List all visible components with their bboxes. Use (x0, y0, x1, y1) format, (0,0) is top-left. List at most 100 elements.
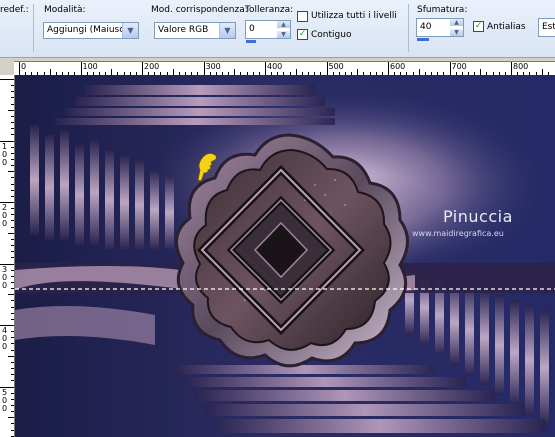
ruler-tick (8, 171, 14, 173)
ruler-tick (11, 115, 14, 117)
ruler-tick (80, 62, 82, 75)
ruler-tick (11, 97, 14, 99)
use-all-layers-checkbox[interactable] (297, 11, 308, 22)
ruler-tick (8, 109, 14, 111)
tolerance-value: 0 (249, 24, 255, 34)
ruler-label: 4 0 0 (2, 326, 8, 351)
feather-stepper[interactable]: 40 ▲ ▼ (416, 18, 464, 37)
canvas-artwork (15, 75, 555, 437)
ruler-tick (11, 392, 14, 394)
ruler-corner (0, 61, 14, 75)
ruler-tick (11, 423, 14, 425)
contiguous-checkbox[interactable]: ✓ (297, 29, 308, 40)
ruler-tick (11, 411, 14, 413)
tolerance-stepper[interactable]: 0 ▲ ▼ (245, 20, 291, 39)
chevron-down-icon[interactable]: ▼ (122, 23, 138, 38)
tool-options-bar: redef.: Modalità: Aggiungi (Maiusc) ▼ Mo… (0, 0, 555, 58)
tolerance-slider[interactable] (246, 40, 256, 43)
ruler-tick (11, 361, 14, 363)
ruler-tick (11, 312, 14, 314)
ruler-tick (19, 62, 20, 75)
ruler-tick (11, 146, 14, 148)
ruler-label: 5 0 0 (2, 387, 8, 413)
match-mode-label: Mod. corrispondenza: (151, 5, 248, 15)
extra-select[interactable]: Est (538, 18, 555, 37)
ruler-label: 100 (82, 62, 98, 71)
ruler-tick (11, 368, 14, 370)
ruler-tick (203, 62, 205, 75)
ruler-label: 0 (21, 62, 27, 71)
spin-up-icon[interactable]: ▲ (450, 19, 463, 26)
ruler-tick (11, 85, 14, 87)
spin-down-icon[interactable]: ▼ (450, 29, 463, 36)
ruler-tick (11, 91, 14, 93)
ruler-tick (11, 331, 14, 333)
match-mode-value: Valore RGB (158, 25, 209, 35)
ruler-label: 300 (205, 62, 221, 71)
watermark-title: Pinuccia (443, 207, 513, 226)
ruler-tick (11, 183, 14, 185)
ruler-tick (11, 128, 14, 130)
ruler-tick (11, 300, 14, 302)
mode-select[interactable]: Aggiungi (Maiusc) ▼ (43, 22, 139, 39)
ruler-tick (388, 62, 389, 75)
feather-label: Sfumatura: (417, 5, 468, 15)
ruler-tick (11, 245, 14, 247)
feather-slider[interactable] (417, 38, 429, 41)
ruler-label: 3 0 0 (2, 264, 8, 290)
ruler-tick (11, 306, 14, 308)
ruler-tick (11, 404, 14, 406)
ruler-tick (511, 62, 512, 75)
ruler-tick (11, 103, 14, 105)
ruler-tick (11, 251, 14, 253)
ruler-tick (8, 232, 14, 234)
ruler-tick (11, 429, 14, 431)
ruler-tick (11, 257, 14, 259)
ruler-label: 400 (267, 62, 283, 71)
ruler-tick (11, 398, 14, 400)
ruler-tick (142, 62, 143, 75)
ruler-tick (11, 158, 14, 160)
preset-label: redef.: (0, 5, 29, 15)
mode-select-value: Aggiungi (Maiusc) (47, 25, 128, 35)
feather-value: 40 (420, 22, 432, 32)
spin-down-icon[interactable]: ▼ (277, 31, 290, 38)
ruler-label: 200 (144, 62, 160, 71)
image-canvas[interactable]: Pinuccia www.maidiregrafica.eu (15, 75, 555, 437)
ruler-tick (11, 238, 14, 240)
ruler-label: 500 (328, 62, 344, 71)
ruler-tick (11, 288, 14, 290)
ruler-tick (11, 374, 14, 376)
chevron-down-icon[interactable]: ▼ (219, 23, 235, 38)
ruler-tick (11, 318, 14, 320)
ruler-tick (11, 122, 14, 124)
ruler-tick (8, 294, 14, 296)
ruler-tick (449, 62, 451, 75)
ruler-tick (11, 337, 14, 339)
ruler-tick (11, 208, 14, 210)
separator (33, 4, 34, 52)
match-mode-select[interactable]: Valore RGB ▼ (154, 22, 236, 39)
ruler-tick (11, 195, 14, 197)
spin-up-icon[interactable]: ▲ (277, 21, 290, 28)
ruler-tick (11, 226, 14, 228)
ruler-tick (265, 62, 266, 75)
ruler-tick (11, 343, 14, 345)
horizontal-ruler[interactable]: 0 100 200 300 400 500 600 700 800 (14, 61, 555, 76)
ruler-tick (11, 214, 14, 216)
antialias-checkbox[interactable]: ✓ (473, 21, 484, 32)
ruler-tick (11, 152, 14, 154)
antialias-label: Antialias (487, 22, 526, 32)
ruler-label: 700 (451, 62, 467, 71)
ruler-tick (11, 380, 14, 382)
watermark-url: www.maidiregrafica.eu (412, 229, 504, 238)
ruler-tick (11, 189, 14, 191)
extra-select-value: Est (542, 22, 555, 32)
tolerance-label: Tolleranza: (245, 5, 294, 15)
ruler-tick (11, 269, 14, 271)
ruler-label: 1 0 0 (2, 141, 8, 167)
ruler-tick (8, 355, 14, 357)
ruler-tick (8, 417, 14, 419)
ruler-label: 800 (513, 62, 529, 71)
vertical-ruler[interactable]: 1 0 0 2 0 0 3 0 0 4 0 0 5 0 0 (0, 75, 15, 437)
